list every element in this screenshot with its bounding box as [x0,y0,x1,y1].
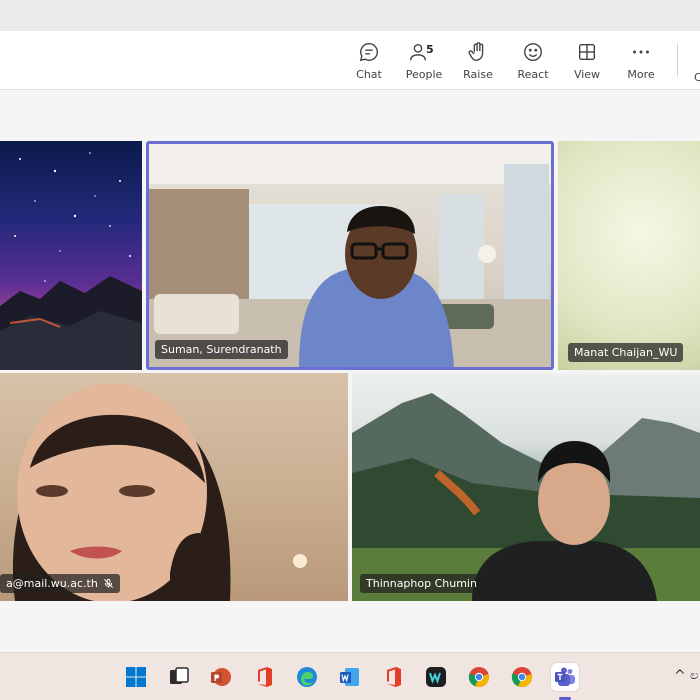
participant-email: a@mail.wu.ac.th [6,577,98,590]
teams-icon[interactable] [551,663,579,691]
more-button[interactable]: More [615,39,667,85]
toolbar-cut-off-label: C [694,71,700,84]
grid-view-icon [576,39,598,65]
participant-tile-5[interactable]: Thinnaphop Chumin [352,373,700,601]
edge-icon[interactable] [293,663,321,691]
office-icon[interactable] [250,663,278,691]
raise-label: Raise [463,68,493,81]
night-sky-background [0,152,142,370]
chrome-icon[interactable] [465,663,493,691]
chrome-icon[interactable] [508,663,536,691]
people-icon: 5 [404,39,444,65]
people-count: 5 [426,43,434,56]
tray-chevron-icon[interactable]: ^ [674,668,686,684]
tray-app-icon[interactable]: ಲ [690,668,698,683]
mic-muted-icon [103,578,113,588]
windows-start-icon[interactable] [122,663,150,691]
mountain-landscape-background [352,393,700,601]
chat-button[interactable]: Chat [343,39,395,85]
participant-tile-4[interactable]: a@mail.wu.ac.th [0,373,348,601]
app-icon[interactable] [422,663,450,691]
video-stage: Suman, Surendranath Manat Chaijan_WU a@m… [0,90,700,652]
participant-video-frame [12,383,307,601]
participant-name-tag: a@mail.wu.ac.th [0,574,120,593]
chat-label: Chat [356,68,382,81]
participant-name-tag: Thinnaphop Chumin [360,574,483,593]
participant-tile-3[interactable]: Manat Chaijan_WU [558,141,700,370]
view-button[interactable]: View [561,39,613,85]
raise-hand-button[interactable]: Raise [452,39,504,85]
participant-name-tag: Suman, Surendranath [155,340,288,359]
react-label: React [517,68,549,81]
participant-tile-1[interactable] [0,141,142,370]
meeting-toolbar: Chat 5 People Raise React View More [0,31,700,90]
word-icon[interactable] [336,663,364,691]
emoji-smile-icon [522,39,544,65]
more-dots-icon [630,39,652,65]
powerpoint-icon[interactable] [207,663,235,691]
raise-hand-icon [467,39,489,65]
participant-name-tag: Manat Chaijan_WU [568,343,684,362]
window-title-strip [0,0,700,31]
view-label: View [573,68,601,81]
chat-icon [358,39,380,65]
task-view-icon[interactable] [165,663,193,691]
react-button[interactable]: React [507,39,559,85]
more-label: More [627,68,655,81]
living-room-background [149,144,551,367]
people-button[interactable]: 5 People [398,39,450,85]
toolbar-divider [677,44,678,76]
office-icon[interactable] [379,663,407,691]
windows-taskbar: ^ ಲ [0,652,700,700]
participant-tile-2[interactable]: Suman, Surendranath [146,141,554,370]
people-label: People [405,68,443,81]
